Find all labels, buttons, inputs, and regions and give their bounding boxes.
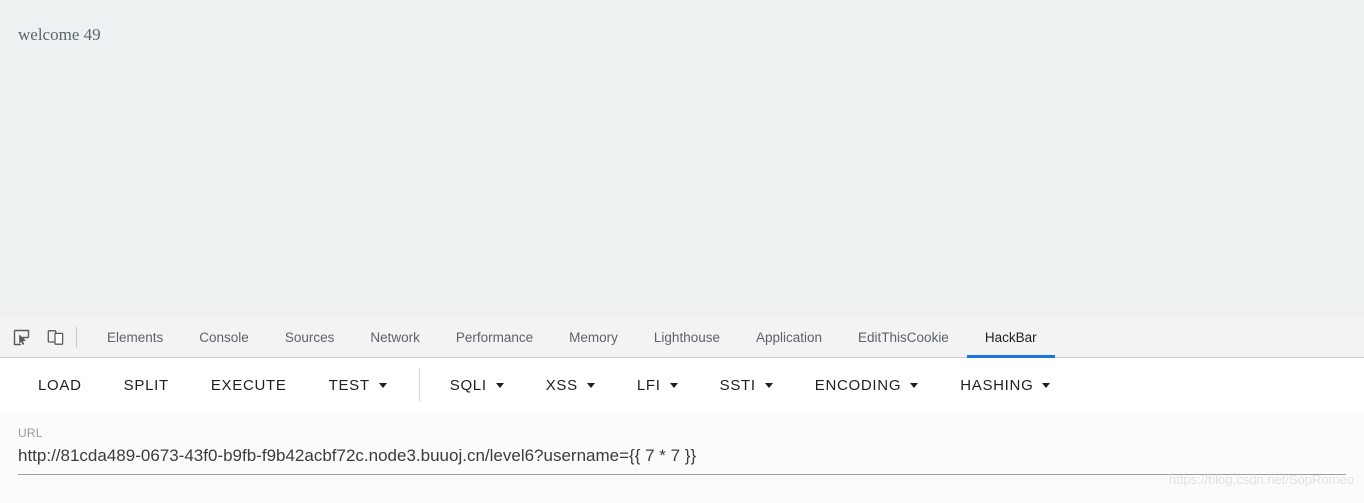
hackbar-button-label: SQLI: [449, 376, 487, 394]
devtools-tab-application[interactable]: Application: [738, 318, 840, 357]
chevron-down-icon: [586, 382, 595, 388]
devtools-tab-memory[interactable]: Memory: [551, 318, 636, 357]
devtools-tab-sources[interactable]: Sources: [267, 318, 353, 357]
devtools-tab-label: Console: [199, 330, 249, 345]
devtools-tab-console[interactable]: Console: [181, 318, 267, 357]
hackbar-toolbar: LOAD SPLIT EXECUTE TEST SQLI XSS LFI SSTI ENCODI…: [0, 358, 1364, 412]
hackbar-ssti-button[interactable]: SSTI: [706, 371, 787, 400]
chevron-down-icon: [910, 382, 919, 388]
chevron-down-icon: [1042, 382, 1051, 388]
chevron-down-icon: [764, 382, 773, 388]
hackbar-split-button[interactable]: SPLIT: [110, 371, 183, 400]
browser-page-viewport: welcome 49: [0, 0, 1364, 318]
chevron-down-icon: [495, 382, 504, 388]
hackbar-toolbar-divider: [418, 368, 420, 402]
devtools-tab-label: Application: [755, 330, 823, 345]
devtools-tab-hackbar[interactable]: HackBar: [966, 318, 1055, 358]
devtools-tab-label: Network: [370, 330, 420, 345]
device-toolbar-icon[interactable]: [42, 325, 68, 351]
hackbar-button-label: ENCODING: [814, 376, 902, 394]
hackbar-xss-button[interactable]: XSS: [532, 371, 609, 400]
hackbar-button-label: TEST: [328, 376, 370, 394]
devtools-tab-label: Elements: [107, 330, 164, 345]
hackbar-lfi-button[interactable]: LFI: [623, 371, 692, 400]
url-field-container: URL: [0, 412, 1364, 503]
url-input[interactable]: [18, 446, 1346, 475]
devtools-tab-label: Sources: [284, 330, 335, 345]
devtools-tab-list: Elements Console Sources Network Performance…: [89, 318, 1055, 358]
toolbar-separator: [76, 327, 77, 348]
url-label: URL: [18, 426, 43, 440]
devtools-icon-group: [0, 318, 74, 357]
hackbar-button-label: SSTI: [719, 376, 756, 394]
hackbar-execute-button[interactable]: EXECUTE: [197, 371, 301, 400]
chevron-down-icon: [378, 382, 387, 388]
hackbar-panel: LOAD SPLIT EXECUTE TEST SQLI XSS LFI SSTI ENCODI…: [0, 358, 1364, 503]
hackbar-encoding-button[interactable]: ENCODING: [801, 371, 932, 400]
devtools-tab-elements[interactable]: Elements: [89, 318, 181, 357]
hackbar-load-button[interactable]: LOAD: [24, 371, 96, 400]
devtools-tab-label: HackBar: [984, 330, 1037, 345]
devtools-tab-label: Memory: [569, 330, 618, 345]
devtools-tab-label: Performance: [455, 330, 534, 345]
devtools-tab-performance[interactable]: Performance: [438, 318, 551, 357]
device-toolbar-glyph: [47, 330, 63, 345]
hackbar-button-label: EXECUTE: [210, 376, 287, 394]
page-body-text: welcome 49: [18, 25, 101, 44]
devtools-tab-editthiscookie[interactable]: EditThisCookie: [840, 318, 967, 357]
devtools-tab-label: EditThisCookie: [858, 330, 949, 345]
hackbar-button-label: HASHING: [960, 376, 1034, 394]
hackbar-button-label: LOAD: [38, 376, 82, 394]
devtools-tab-network[interactable]: Network: [352, 318, 438, 357]
devtools-tab-bar: Elements Console Sources Network Performance…: [0, 318, 1364, 358]
hackbar-button-label: LFI: [636, 376, 661, 394]
devtools-tab-label: Lighthouse: [653, 330, 720, 345]
inspect-element-glyph: [13, 329, 29, 346]
hackbar-button-label: SPLIT: [123, 376, 169, 394]
hackbar-test-button[interactable]: TEST: [315, 371, 401, 400]
hackbar-sqli-button[interactable]: SQLI: [436, 371, 518, 400]
hackbar-button-label: XSS: [545, 376, 578, 394]
hackbar-hashing-button[interactable]: HASHING: [946, 371, 1064, 400]
devtools-tab-lighthouse[interactable]: Lighthouse: [636, 318, 738, 357]
inspect-element-icon[interactable]: [8, 325, 34, 351]
chevron-down-icon: [669, 382, 678, 388]
